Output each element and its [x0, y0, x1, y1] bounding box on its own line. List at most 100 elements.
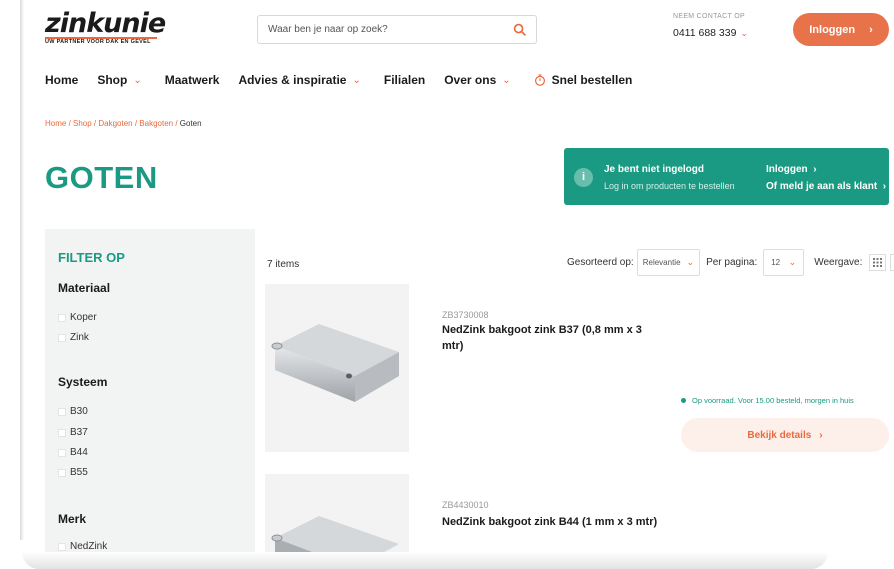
filter-option-label: NedZink — [70, 541, 108, 552]
results-toolbar: Gesorteerd op: Relevantie ⌄ Per pagina: … — [567, 249, 894, 276]
chevron-down-icon: ⌄ — [686, 257, 695, 267]
view-details-label: Bekijk details — [747, 429, 812, 441]
per-page-select[interactable]: 12 ⌄ — [763, 249, 805, 276]
logo-underline — [45, 37, 157, 39]
nav-item-label: Maatwerk — [164, 73, 220, 87]
filter-option-label: Koper — [70, 312, 97, 323]
login-button-label: Inloggen — [809, 23, 856, 36]
chevron-right-icon: › — [819, 429, 823, 441]
checkbox[interactable] — [58, 542, 66, 551]
login-notice: i Je bent niet ingelogd Log in om produc… — [564, 148, 889, 205]
nav-item-advies[interactable]: Advies & inspiratie ⌄ — [238, 73, 360, 87]
product-name[interactable]: NedZink bakgoot zink B44 (1 mm x 3 mtr) — [442, 514, 672, 530]
contact-phone[interactable]: 0411 688 339 ⌄ — [673, 27, 748, 39]
login-button[interactable]: Inloggen › — [793, 13, 889, 46]
breadcrumb-link[interactable]: Dakgoten — [98, 119, 132, 128]
notice-login-link[interactable]: Inloggen › — [766, 164, 817, 175]
chevron-down-icon: ⌄ — [352, 74, 361, 86]
nav-item-label: Advies & inspiratie — [238, 73, 347, 87]
filter-sidebar: FILTER OP Materiaal Koper Zink Systeem B… — [45, 229, 255, 569]
frame-bottom-edge — [22, 552, 828, 569]
sort-value: Relevantie — [642, 258, 681, 267]
info-icon: i — [574, 168, 593, 187]
product-image[interactable] — [265, 474, 409, 552]
filter-option-zink[interactable]: Zink — [58, 332, 89, 343]
nav-item-maatwerk[interactable]: Maatwerk — [165, 73, 220, 87]
nav-item-label: Over ons — [444, 73, 497, 87]
grid-icon — [873, 258, 883, 267]
timer-icon — [534, 74, 545, 86]
nav-item-label: Snel bestellen — [551, 73, 633, 87]
chevron-down-icon: ⌄ — [786, 257, 797, 267]
logo-text: zinkunie — [45, 8, 166, 39]
notice-register-link[interactable]: Of meld je aan als klant › — [766, 181, 886, 192]
product-image[interactable] — [265, 284, 409, 452]
product-name[interactable]: NedZink bakgoot zink B37 (0,8 mm x 3 mtr… — [442, 322, 652, 354]
checkbox[interactable] — [58, 468, 66, 477]
notice-subtitle: Log in om producten te bestellen — [604, 181, 735, 191]
list-view-button[interactable] — [890, 254, 894, 271]
grid-view-button[interactable] — [869, 254, 887, 271]
nav-item-filialen[interactable]: Filialen — [384, 73, 425, 87]
filter-option-label: B30 — [70, 406, 88, 417]
per-page-label: Per pagina: — [706, 257, 758, 268]
nav-item-label: Filialen — [383, 73, 426, 87]
sort-label: Gesorteerd op: — [567, 257, 634, 268]
logo-tagline: UW PARTNER VOOR DAK EN GEVEL — [45, 39, 151, 45]
notice-title: Je bent niet ingelogd — [604, 164, 705, 175]
contact-block[interactable]: NEEM CONTACT OP 0411 688 339 ⌄ — [673, 13, 748, 39]
filter-option-label: B37 — [70, 427, 88, 438]
filter-group-heading[interactable]: Materiaal — [58, 281, 110, 295]
stock-dot-icon — [681, 398, 686, 403]
filter-title: FILTER OP — [58, 250, 125, 265]
page: zinkunie UW PARTNER VOOR DAK EN GEVEL NE… — [0, 0, 894, 569]
checkbox[interactable] — [58, 448, 66, 457]
checkbox[interactable] — [58, 428, 66, 437]
items-count: 7 items — [267, 259, 300, 270]
search-icon[interactable] — [513, 23, 526, 36]
notice-register-label: Of meld je aan als klant — [766, 181, 878, 192]
breadcrumb-link[interactable]: Home — [45, 119, 66, 128]
search-box[interactable] — [257, 15, 537, 44]
filter-option-koper[interactable]: Koper — [58, 312, 97, 323]
chevron-right-icon: › — [810, 164, 817, 175]
per-page-value: 12 — [771, 258, 781, 267]
chevron-down-icon: ⌄ — [502, 74, 511, 86]
nav-item-label: Home — [45, 73, 79, 87]
chevron-down-icon: ⌄ — [133, 74, 142, 86]
filter-option-b44[interactable]: B44 — [58, 447, 88, 458]
filter-option-label: Zink — [70, 332, 89, 343]
nav-item-label: Shop — [97, 73, 128, 87]
breadcrumb-link[interactable]: Bakgoten — [139, 119, 173, 128]
chevron-down-icon: ⌄ — [740, 27, 748, 38]
gutter-image — [271, 516, 399, 552]
checkbox[interactable] — [58, 407, 66, 416]
nav-item-shop[interactable]: Shop ⌄ — [97, 73, 141, 87]
page-title: GOTEN — [45, 160, 158, 195]
view-details-button[interactable]: Bekijk details › — [681, 418, 889, 452]
filter-option-nedzink[interactable]: NedZink — [58, 541, 107, 552]
stock-status: Op voorraad. Voor 15.00 besteld, morgen … — [681, 396, 854, 405]
nav-item-home[interactable]: Home — [45, 73, 78, 87]
filter-option-b30[interactable]: B30 — [58, 406, 88, 417]
nav-item-snel-bestellen[interactable]: Snel bestellen — [534, 73, 633, 87]
main-nav: Home Shop ⌄ Maatwerk Advies & inspiratie… — [45, 73, 632, 87]
logo[interactable]: zinkunie UW PARTNER VOOR DAK EN GEVEL — [45, 8, 166, 50]
filter-group-heading[interactable]: Merk — [58, 512, 86, 526]
filter-option-b37[interactable]: B37 — [58, 427, 88, 438]
checkbox[interactable] — [58, 333, 66, 342]
checkbox[interactable] — [58, 313, 66, 322]
filter-group-heading[interactable]: Systeem — [58, 375, 107, 389]
filter-option-b55[interactable]: B55 — [58, 467, 88, 478]
breadcrumb-link[interactable]: Shop — [73, 119, 92, 128]
product-sku: ZB3730008 — [442, 310, 489, 320]
search-input[interactable] — [258, 24, 503, 35]
stock-text: Op voorraad. Voor 15.00 besteld, morgen … — [692, 396, 854, 405]
filter-option-label: B55 — [70, 467, 88, 478]
filter-option-label: B44 — [70, 447, 88, 458]
breadcrumb-current: Goten — [179, 119, 202, 128]
gutter-image — [271, 324, 399, 402]
sort-select[interactable]: Relevantie ⌄ — [636, 249, 701, 276]
contact-phone-number: 0411 688 339 — [673, 27, 737, 39]
nav-item-over-ons[interactable]: Over ons ⌄ — [444, 73, 510, 87]
